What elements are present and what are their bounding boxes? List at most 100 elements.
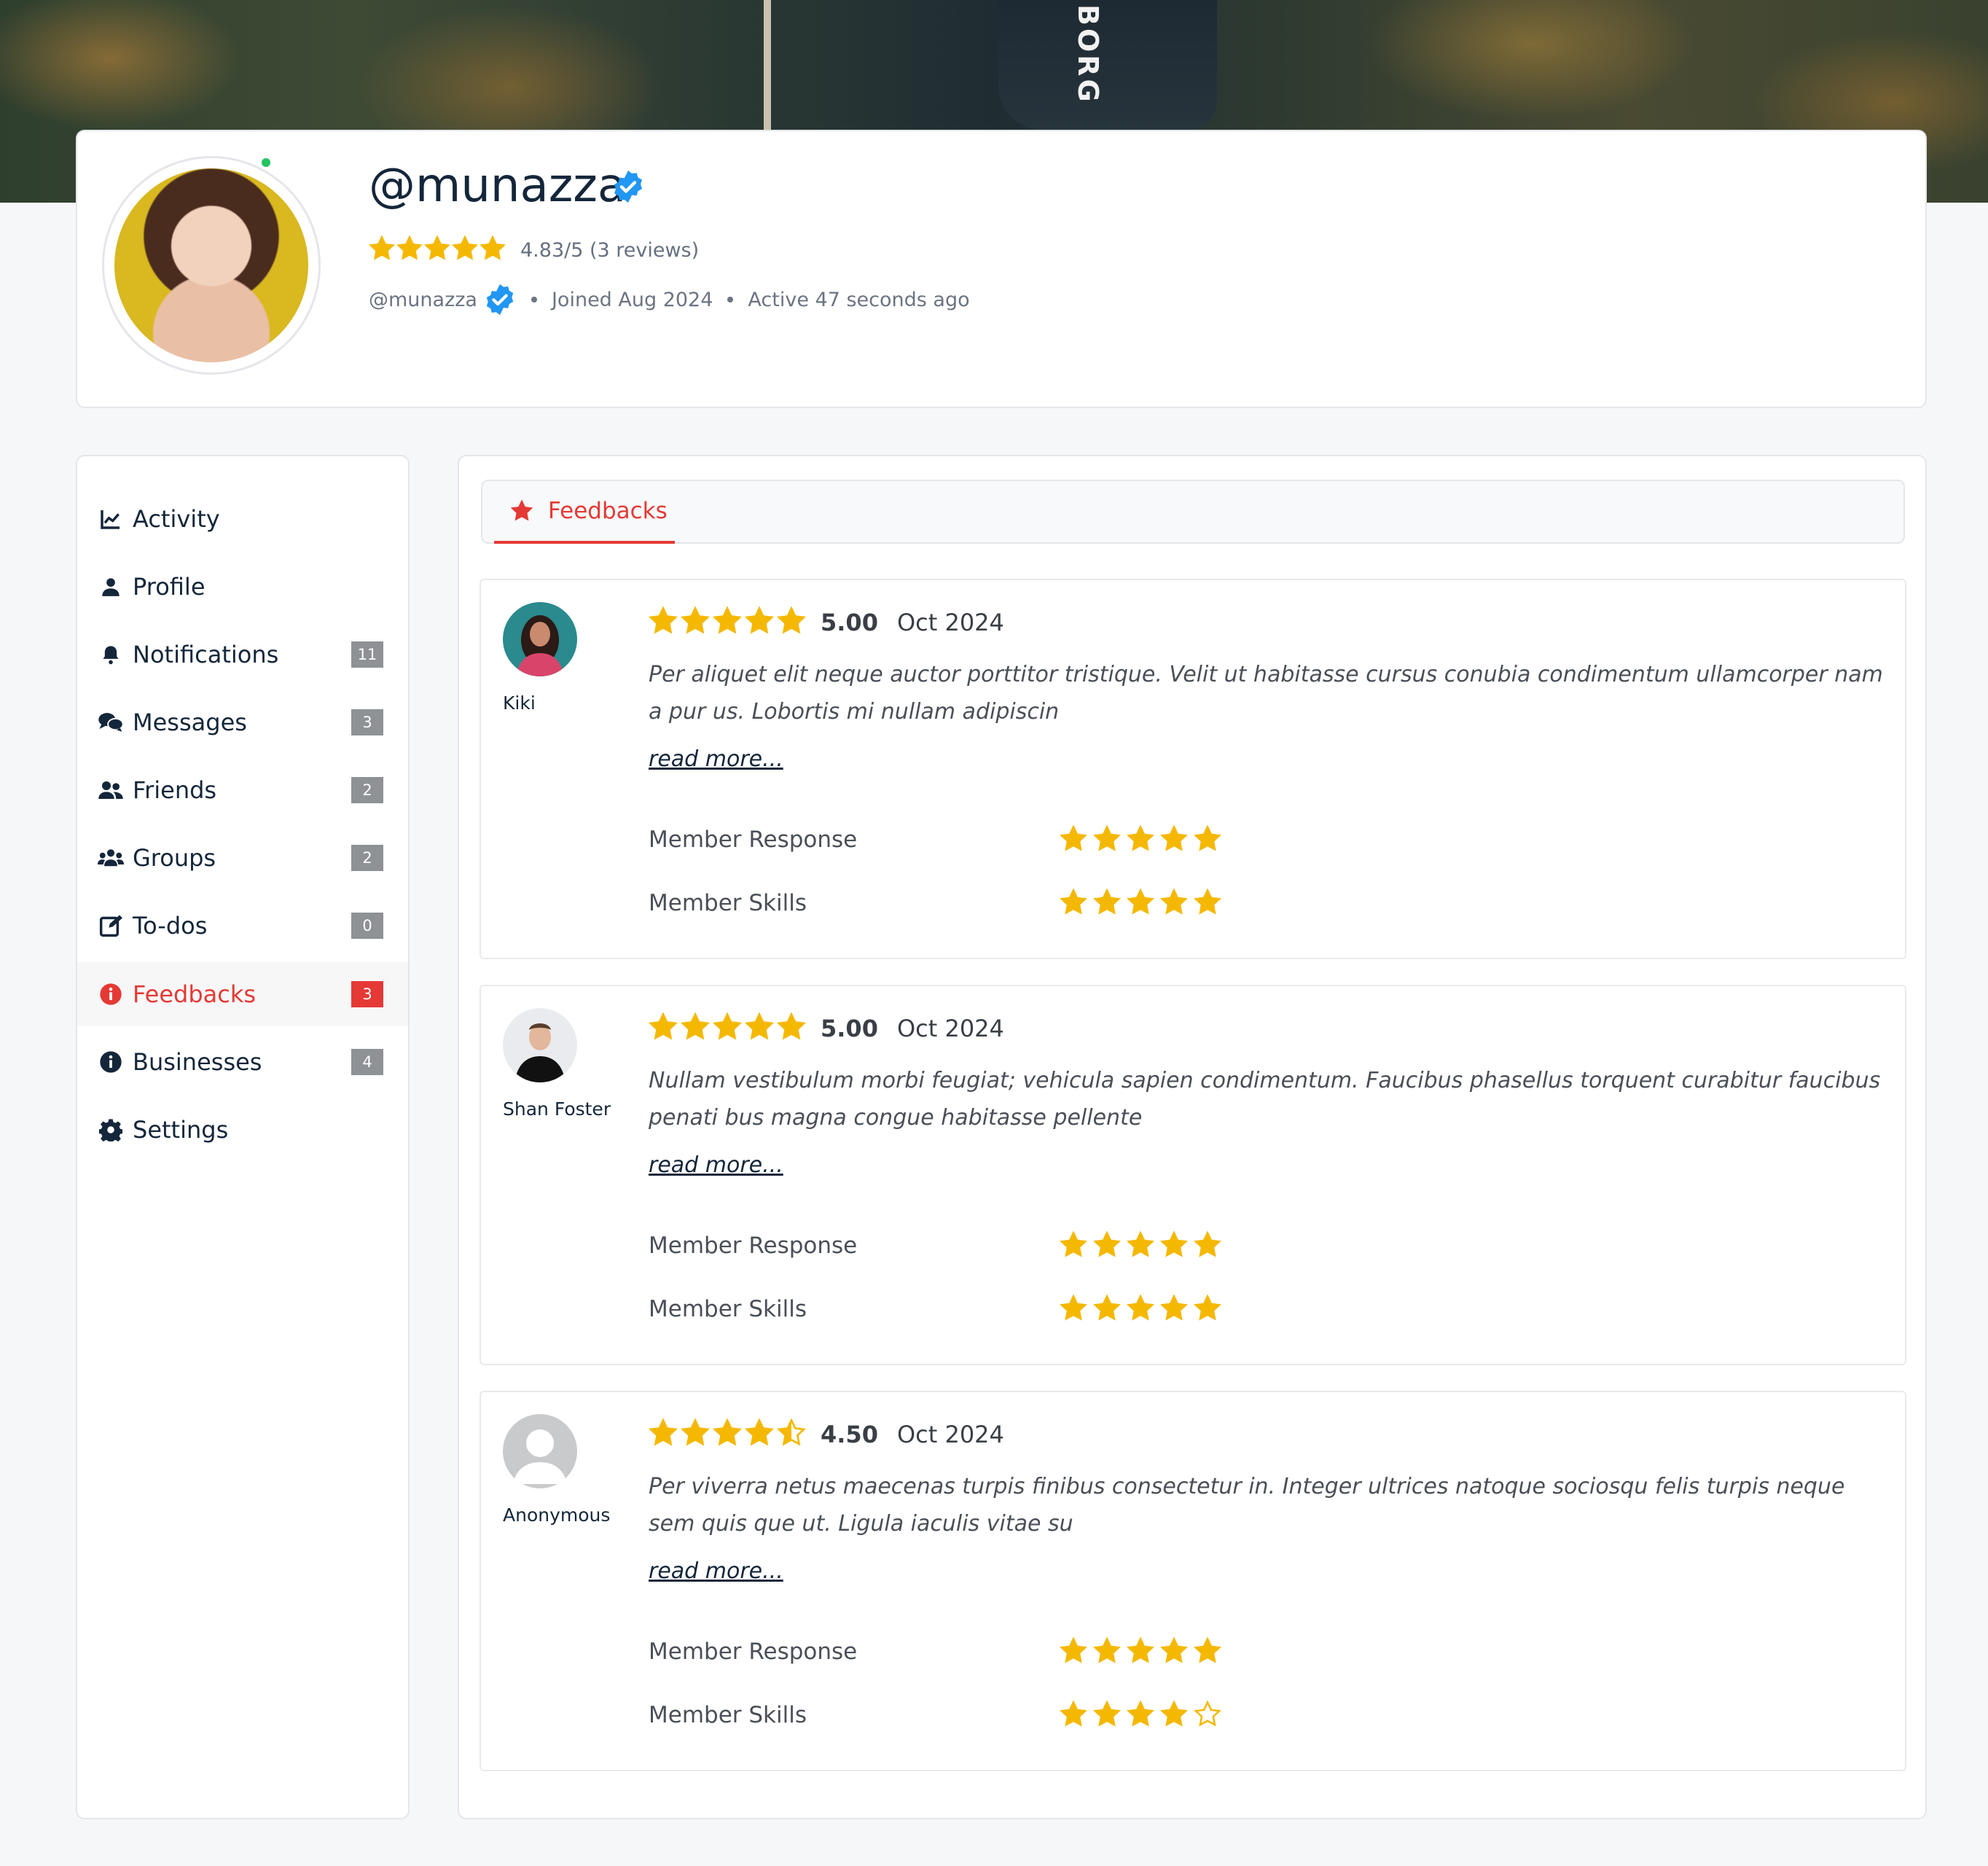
reviewer-name[interactable]: Anonymous bbox=[503, 1504, 610, 1526]
criteria-stars bbox=[1060, 824, 1221, 856]
review-rating: 5.00 Oct 2024 bbox=[649, 1012, 1004, 1045]
star-full-icon bbox=[452, 235, 478, 265]
reviewer-avatar[interactable] bbox=[503, 1414, 577, 1488]
count-badge: 2 bbox=[351, 777, 383, 803]
star-full-icon bbox=[1127, 824, 1154, 856]
star-full-icon bbox=[396, 235, 423, 265]
star-full-icon bbox=[1127, 888, 1154, 919]
sidebar-item-label: Feedbacks bbox=[133, 980, 257, 1008]
criteria-label: Member Skills bbox=[649, 1296, 807, 1322]
sidebar-item-friends[interactable]: Friends 2 bbox=[77, 758, 408, 822]
review-text: Per viverra netus maecenas turpis finibu… bbox=[649, 1474, 1845, 1537]
sidebar-item-activity[interactable]: Activity bbox=[77, 487, 408, 551]
criteria-stars bbox=[1060, 1294, 1221, 1325]
star-full-icon bbox=[649, 606, 678, 639]
sidebar-item-label: Messages bbox=[133, 708, 247, 736]
star-full-icon bbox=[1093, 1700, 1121, 1731]
read-more-link[interactable]: read more... bbox=[649, 746, 783, 772]
star-full-icon bbox=[1093, 888, 1121, 919]
star-full-icon bbox=[1160, 888, 1188, 919]
star-full-icon bbox=[1093, 1230, 1121, 1262]
review-rating: 5.00 Oct 2024 bbox=[649, 606, 1004, 639]
profile-handle: @munazza bbox=[369, 288, 477, 311]
profile-header: @munazza 4.83/5 (3 reviews) @munazza Joi… bbox=[76, 130, 1927, 408]
star-full-icon bbox=[1194, 824, 1221, 856]
sidebar-item-feedbacks[interactable]: Feedbacks 3 bbox=[77, 962, 408, 1026]
sidebar-item-label: Notifications bbox=[133, 641, 279, 668]
criteria-label: Member Skills bbox=[649, 890, 807, 916]
star-full-icon bbox=[681, 606, 710, 639]
sidebar-item-messages[interactable]: Messages 3 bbox=[77, 690, 408, 754]
count-badge: 11 bbox=[351, 641, 383, 668]
main-panel: Feedbacks Kiki 5.00 Oct 2024 Per aliquet… bbox=[458, 455, 1927, 1819]
sidebar-item-profile[interactable]: Profile bbox=[77, 555, 408, 619]
read-more-link[interactable]: read more... bbox=[649, 1152, 783, 1178]
info-circle-icon bbox=[98, 1049, 124, 1075]
users-icon bbox=[98, 845, 124, 871]
reviewer-avatar[interactable] bbox=[503, 1008, 577, 1082]
star-full-icon bbox=[681, 1012, 710, 1045]
review-stars bbox=[649, 1418, 806, 1451]
sidebar-item-groups[interactable]: Groups 2 bbox=[77, 826, 408, 890]
star-full-icon bbox=[745, 1418, 774, 1451]
criteria-stars bbox=[1060, 1636, 1221, 1668]
sidebar-item-settings[interactable]: Settings bbox=[77, 1098, 408, 1162]
star-half-icon bbox=[480, 235, 506, 265]
review-stars bbox=[649, 606, 806, 639]
count-badge: 0 bbox=[351, 913, 383, 939]
sidebar-item-businesses[interactable]: Businesses 4 bbox=[77, 1030, 408, 1094]
sidebar-item-todos[interactable]: To-dos 0 bbox=[77, 894, 408, 958]
comments-icon bbox=[98, 709, 124, 735]
reviewer-name[interactable]: Shan Foster bbox=[503, 1098, 611, 1120]
star-full-icon bbox=[1160, 1230, 1188, 1262]
joined-date: Joined Aug 2024 bbox=[551, 288, 713, 311]
star-half-icon bbox=[777, 1418, 806, 1451]
star-full-icon bbox=[1127, 1294, 1154, 1325]
star-full-icon bbox=[1093, 1294, 1121, 1325]
star-full-icon bbox=[1093, 1636, 1121, 1668]
star-full-icon bbox=[777, 606, 806, 639]
last-active: Active 47 seconds ago bbox=[748, 288, 970, 311]
sidebar-item-label: Groups bbox=[133, 844, 216, 872]
cover-figure bbox=[998, 0, 1217, 130]
profile-meta: @munazza Joined Aug 2024 Active 47 secon… bbox=[369, 283, 970, 316]
edit-icon bbox=[98, 913, 124, 939]
sidebar-item-label: Businesses bbox=[133, 1048, 262, 1076]
sidebar: Activity Profile Notifications 11 Messag… bbox=[76, 455, 410, 1819]
criteria-stars bbox=[1060, 1700, 1221, 1731]
reviewer-name[interactable]: Kiki bbox=[503, 692, 536, 714]
criteria-label: Member Response bbox=[649, 827, 858, 853]
star-full-icon bbox=[713, 1012, 742, 1045]
star-full-icon bbox=[649, 1012, 678, 1045]
criteria-label: Member Response bbox=[649, 1233, 858, 1259]
star-full-icon bbox=[681, 1418, 710, 1451]
sidebar-item-label: Profile bbox=[133, 573, 206, 601]
criteria-label: Member Skills bbox=[649, 1702, 807, 1728]
online-status-dot bbox=[259, 156, 273, 169]
star-full-icon bbox=[1194, 1636, 1221, 1668]
sidebar-item-label: To-dos bbox=[133, 912, 208, 940]
star-full-icon bbox=[649, 1418, 678, 1451]
review-date: Oct 2024 bbox=[896, 609, 1004, 636]
tab-feedbacks[interactable]: Feedbacks bbox=[494, 481, 675, 544]
tab-label: Feedbacks bbox=[548, 498, 668, 524]
star-full-icon bbox=[745, 1012, 774, 1045]
avatar[interactable] bbox=[114, 168, 308, 362]
star-full-icon bbox=[1060, 888, 1087, 919]
star-full-icon bbox=[1060, 1636, 1087, 1668]
chart-line-icon bbox=[98, 506, 124, 532]
sidebar-item-notifications[interactable]: Notifications 11 bbox=[77, 622, 408, 687]
bell-icon bbox=[98, 641, 124, 668]
verified-badge-icon bbox=[611, 169, 646, 207]
star-full-icon bbox=[1060, 1700, 1087, 1731]
read-more-link[interactable]: read more... bbox=[649, 1558, 783, 1584]
sidebar-item-label: Friends bbox=[133, 776, 217, 804]
profile-rating-stars bbox=[369, 235, 506, 265]
user-friends-icon bbox=[98, 777, 124, 803]
profile-rating-text: 4.83/5 (3 reviews) bbox=[520, 238, 700, 262]
star-full-icon bbox=[1127, 1636, 1154, 1668]
reviewer-avatar[interactable] bbox=[503, 602, 577, 676]
star-full-icon bbox=[1160, 824, 1188, 856]
star-full-icon bbox=[777, 1012, 806, 1045]
verified-small-icon bbox=[483, 283, 517, 316]
